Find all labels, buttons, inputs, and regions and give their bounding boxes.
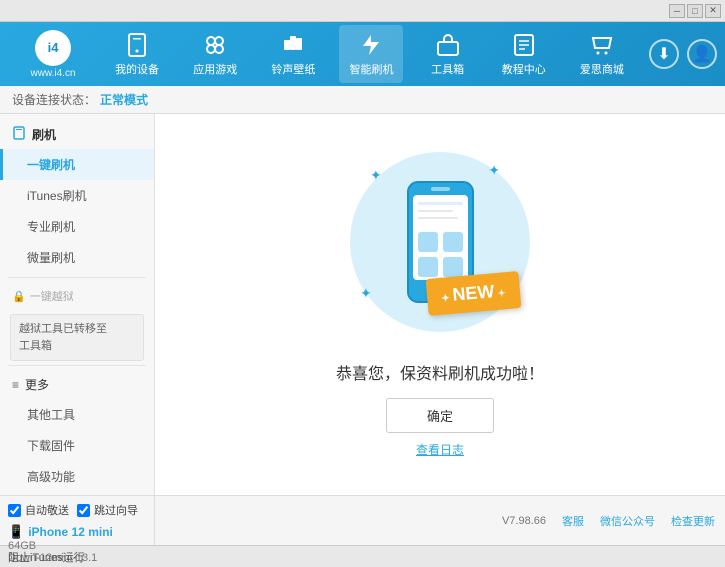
bottom-left-panel: 自动敬送 跳过向导 📱 iPhone 12 mini 64GB Down-12m… — [0, 496, 155, 545]
logo-area: i4 www.i4.cn — [8, 30, 98, 79]
sidebar-item-pro-flash[interactable]: 专业刷机 — [0, 211, 154, 242]
nav-tutorials[interactable]: 教程中心 — [492, 25, 556, 83]
nav-apps-label: 应用游戏 — [193, 61, 237, 77]
auto-send-checkbox[interactable] — [8, 504, 21, 517]
sparkle1: ✦ — [370, 167, 382, 184]
sidebar-item-itunes-flash[interactable]: iTunes刷机 — [0, 180, 154, 211]
content-area: ✦ ✦ ✦ — [155, 114, 725, 495]
sidebar-flash-label: 刷机 — [32, 126, 56, 143]
logo-subtitle: www.i4.cn — [30, 68, 75, 79]
nav-my-device[interactable]: 我的设备 — [105, 25, 169, 83]
skip-wizard-label: 跳过向导 — [94, 502, 138, 518]
apps-icon — [201, 31, 229, 59]
minimize-button[interactable]: ─ — [669, 4, 685, 18]
service-link[interactable]: 客服 — [562, 513, 584, 529]
maximize-button[interactable]: □ — [687, 4, 703, 18]
sidebar-item-download-firmware[interactable]: 下载固件 — [0, 430, 154, 461]
skip-wizard-checkbox[interactable] — [77, 504, 90, 517]
update-link[interactable]: 检查更新 — [671, 513, 715, 529]
smart-flash-icon — [357, 31, 385, 59]
status-label: 设备连接状态： — [12, 91, 96, 108]
nav-tutorials-label: 教程中心 — [502, 61, 546, 77]
nav-shop[interactable]: 爱思商城 — [570, 25, 634, 83]
nav-toolbox-label: 工具箱 — [431, 61, 464, 77]
bottom-right-panel: V7.98.66 客服 微信公众号 检查更新 — [155, 496, 725, 545]
logo-icon: i4 — [35, 30, 71, 66]
sparkle2: ✦ — [488, 162, 500, 179]
device-name: iPhone 12 mini — [28, 525, 113, 539]
header: i4 www.i4.cn 我的设备 — [0, 22, 725, 86]
toolbox-icon — [434, 31, 462, 59]
nav-my-device-label: 我的设备 — [115, 61, 159, 77]
sidebar-divider-2 — [8, 365, 146, 366]
phone-new-wrapper: ✦ ✦ ✦ — [340, 152, 540, 332]
itunes-label[interactable]: 阻止iTunes运行 — [8, 549, 85, 565]
nav-ringtones-label: 铃声壁纸 — [271, 61, 315, 77]
sidebar-one-click-jailbreak: 🔒 一键越狱 — [0, 282, 154, 310]
close-button[interactable]: ✕ — [705, 4, 721, 18]
nav-apps[interactable]: 应用游戏 — [183, 25, 247, 83]
download-button[interactable]: ⬇ — [649, 39, 679, 69]
shop-icon — [588, 31, 616, 59]
confirm-button[interactable]: 确定 — [386, 398, 494, 433]
wechat-link[interactable]: 微信公众号 — [600, 513, 655, 529]
show-daily-link[interactable]: 查看日志 — [416, 441, 464, 458]
nav-toolbox[interactable]: 工具箱 — [418, 25, 478, 83]
sparkle3: ✦ — [360, 285, 372, 302]
sidebar-item-one-click-flash[interactable]: 一键刷机 — [0, 149, 154, 180]
success-message: 恭喜您，保资料刷机成功啦！ — [336, 360, 544, 384]
lock-icon: 🔒 — [12, 290, 26, 303]
sidebar-divider-1 — [8, 277, 146, 278]
sidebar-item-data-flash[interactable]: 微量刷机 — [0, 242, 154, 273]
user-button[interactable]: 👤 — [687, 39, 717, 69]
nav-right: ⬇ 👤 — [649, 39, 717, 69]
sidebar-more-section: ≡ 更多 — [0, 370, 154, 399]
status-value: 正常模式 — [100, 91, 148, 108]
main-layout: 刷机 一键刷机 iTunes刷机 专业刷机 微量刷机 🔒 一键越狱 越狱工具已转… — [0, 114, 725, 495]
ringtones-icon — [279, 31, 307, 59]
sidebar-flash-section: 刷机 — [0, 120, 154, 149]
auto-send-group: 自动敬送 — [8, 502, 69, 518]
more-section-icon: ≡ — [12, 378, 19, 392]
tutorials-icon — [510, 31, 538, 59]
sidebar-item-other-tools[interactable]: 其他工具 — [0, 399, 154, 430]
skip-wizard-group: 跳过向导 — [77, 502, 138, 518]
my-device-icon — [123, 31, 151, 59]
nav-shop-label: 爱思商城 — [580, 61, 624, 77]
flash-section-icon — [12, 126, 26, 143]
status-bar: 设备连接状态： 正常模式 — [0, 86, 725, 114]
nav-ringtones[interactable]: 铃声壁纸 — [261, 25, 325, 83]
nav-smart-flash[interactable]: 智能刷机 — [339, 25, 403, 83]
title-bar: ─ □ ✕ — [0, 0, 725, 22]
sidebar: 刷机 一键刷机 iTunes刷机 专业刷机 微量刷机 🔒 一键越狱 越狱工具已转… — [0, 114, 155, 495]
sidebar-more-label: 更多 — [25, 376, 49, 393]
nav-items: 我的设备 应用游戏 铃声壁纸 — [98, 25, 641, 83]
device-icon: 📱 — [8, 524, 24, 540]
bottom-bar-full: 自动敬送 跳过向导 📱 iPhone 12 mini 64GB Down-12m… — [0, 495, 725, 545]
sidebar-item-advanced[interactable]: 高级功能 — [0, 461, 154, 492]
nav-smart-flash-label: 智能刷机 — [349, 61, 393, 77]
circle-bg: ✦ ✦ ✦ — [350, 152, 530, 332]
new-badge: NEW — [426, 271, 522, 316]
version-label: V7.98.66 — [502, 515, 546, 527]
one-click-jailbreak-label: 一键越狱 — [30, 288, 74, 304]
auto-send-label: 自动敬送 — [25, 502, 69, 518]
sidebar-notice: 越狱工具已转移至工具箱 — [10, 314, 144, 361]
success-illustration: ✦ ✦ ✦ — [340, 152, 540, 332]
